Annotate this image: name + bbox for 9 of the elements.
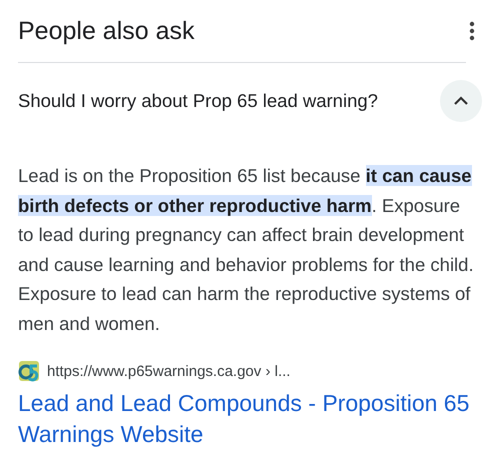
collapse-button[interactable] — [440, 80, 482, 122]
section-title: People also ask — [18, 16, 195, 46]
answer-paragraph: Lead is on the Proposition 65 list because it can cause birth defects or other reproductive harm. Exposure to lead during pregnancy can affect brain development and cause learning and behavior problems for the child. Exposure to lead can harm the reproductive systems of men and women. — [18, 164, 475, 336]
question-text[interactable]: Should I worry about Prop 65 lead warning? — [18, 90, 378, 112]
result-title-link[interactable]: Lead and Lead Compounds - Proposition 65 Warnings Website — [18, 388, 478, 450]
more-options-icon[interactable] — [469, 21, 475, 41]
chevron-icon — [453, 96, 469, 106]
source-url: https://www.p65warnings.ca.gov › l... — [47, 362, 290, 380]
site-favicon-icon — [18, 360, 40, 382]
